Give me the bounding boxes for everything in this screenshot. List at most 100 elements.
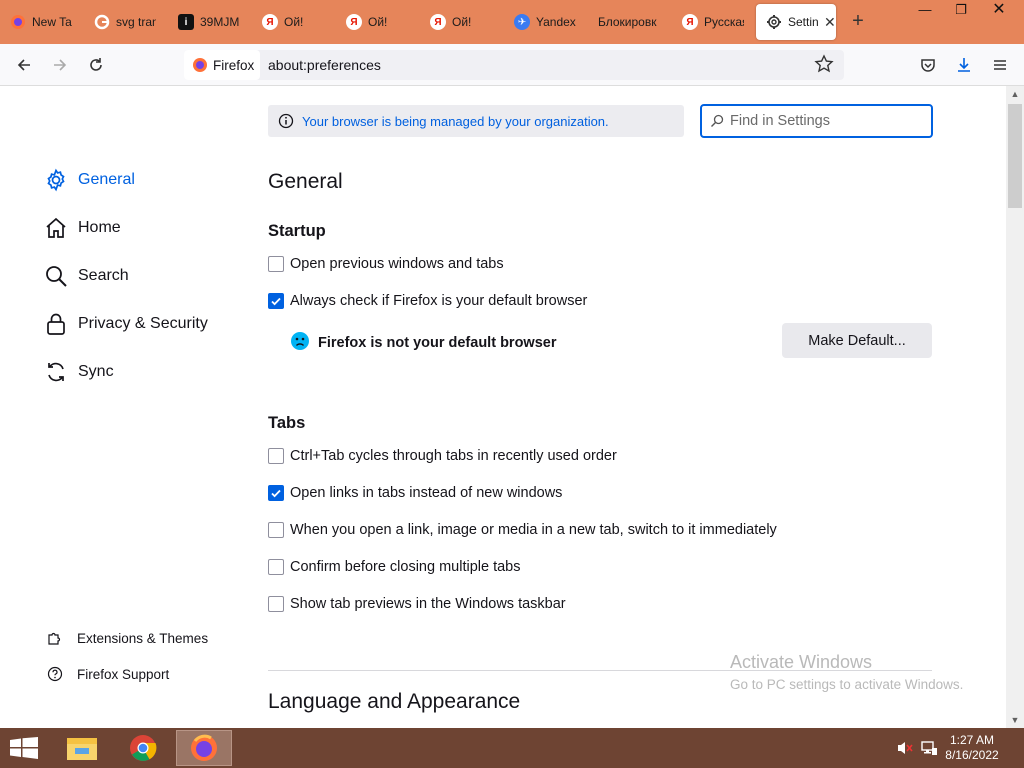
- windows-taskbar: 1:27 AM 8/16/2022: [0, 728, 1024, 768]
- forward-button[interactable]: [48, 53, 72, 77]
- tab-svg-transl[interactable]: svg transl: [84, 4, 162, 40]
- default-browser-status: Firefox is not your default browser: [290, 331, 556, 355]
- firefox-icon: [192, 57, 208, 73]
- taskbar-firefox[interactable]: [176, 730, 232, 766]
- activate-windows-subtitle: Go to PC settings to activate Windows.: [730, 677, 964, 692]
- taskbar-chrome[interactable]: [115, 730, 171, 766]
- arrow-right-icon: [54, 59, 67, 71]
- google-icon: [94, 14, 110, 30]
- menu-button[interactable]: [988, 53, 1012, 77]
- checkmark-icon: [271, 489, 281, 498]
- close-tab-icon[interactable]: ✕: [824, 14, 836, 31]
- bookmark-star-icon[interactable]: [814, 54, 836, 76]
- firefox-icon: [10, 14, 26, 30]
- settings-search-input[interactable]: [730, 113, 920, 129]
- sidebar-link-extensions[interactable]: Extensions & Themes: [47, 630, 208, 646]
- downloads-button[interactable]: [952, 53, 976, 77]
- gear-icon: [47, 168, 65, 192]
- checkbox-open-previous[interactable]: Open previous windows and tabs: [268, 256, 504, 272]
- sync-icon: [48, 362, 64, 382]
- gear-icon: [766, 14, 782, 30]
- language-appearance-heading: Language and Appearance: [268, 690, 521, 713]
- checkbox-unchecked[interactable]: [268, 522, 284, 538]
- pocket-button[interactable]: [916, 53, 940, 77]
- tab-russkaya[interactable]: Я Русская: [672, 4, 752, 40]
- network-icon[interactable]: [920, 739, 938, 762]
- minimize-button[interactable]: —: [910, 0, 940, 22]
- checkbox-unchecked[interactable]: [268, 256, 284, 272]
- sidebar-item-home[interactable]: Home: [44, 216, 121, 240]
- pocket-icon: [921, 59, 935, 72]
- volume-muted-icon[interactable]: [896, 739, 914, 762]
- system-clock[interactable]: 1:27 AM 8/16/2022: [942, 733, 1002, 763]
- sidebar-item-privacy[interactable]: Privacy & Security: [44, 312, 208, 336]
- restore-button[interactable]: ❐: [946, 0, 976, 22]
- checkbox-switch-to-new-tab[interactable]: When you open a link, image or media in …: [268, 522, 777, 538]
- tab-new-tab[interactable]: New Tab: [0, 4, 78, 40]
- tab-settings[interactable]: Settings ✕: [756, 4, 836, 40]
- yandex-browser-icon: ✈: [514, 14, 530, 30]
- scroll-up-arrow-icon[interactable]: ▲: [1006, 86, 1024, 102]
- managed-policy-banner[interactable]: Your browser is being managed by your or…: [268, 105, 684, 137]
- scroll-thumb[interactable]: [1008, 104, 1022, 208]
- search-icon: [46, 266, 67, 287]
- checkbox-open-links-in-tabs[interactable]: Open links in tabs instead of new window…: [268, 485, 562, 501]
- back-button[interactable]: [12, 53, 36, 77]
- search-icon: [711, 114, 724, 127]
- firefox-icon: [191, 734, 217, 761]
- checkbox-always-check-default[interactable]: Always check if Firefox is your default …: [268, 293, 587, 309]
- checkbox-checked[interactable]: [268, 293, 284, 309]
- download-icon: [958, 58, 970, 72]
- lock-icon: [47, 313, 65, 335]
- taskbar-file-explorer[interactable]: [54, 730, 110, 766]
- tab-strip: New Tab svg transl i 39MJMD Я Ой! Я Ой! …: [0, 0, 1024, 44]
- puzzle-icon: [48, 632, 61, 645]
- settings-search-box[interactable]: [700, 104, 933, 138]
- home-icon: [46, 217, 66, 238]
- windows-start-button[interactable]: [10, 737, 38, 764]
- clock-time: 1:27 AM: [949, 733, 995, 747]
- tab-blokirovka[interactable]: Блокировк: [588, 4, 668, 40]
- yandex-icon: Я: [346, 14, 362, 30]
- tab-oy-1[interactable]: Я Ой!: [252, 4, 330, 40]
- url-text[interactable]: about:preferences: [268, 57, 381, 73]
- new-tab-button[interactable]: +: [847, 10, 869, 32]
- sidebar-link-support[interactable]: Firefox Support: [47, 666, 169, 682]
- arrow-left-icon: [17, 59, 30, 71]
- sidebar-item-general[interactable]: General: [44, 168, 135, 192]
- nav-bar: Firefox about:preferences: [0, 44, 1024, 86]
- checkbox-ctrl-tab[interactable]: Ctrl+Tab cycles through tabs in recently…: [268, 448, 617, 464]
- tab-yandex[interactable]: ✈ Yandex: [504, 4, 584, 40]
- checkbox-tab-previews[interactable]: Show tab previews in the Windows taskbar: [268, 596, 566, 612]
- tab-oy-3[interactable]: Я Ой!: [420, 4, 498, 40]
- info-icon: i: [178, 14, 194, 30]
- info-icon: [278, 113, 294, 129]
- reload-button[interactable]: [84, 53, 108, 77]
- checkbox-checked[interactable]: [268, 485, 284, 501]
- checkbox-unchecked[interactable]: [268, 559, 284, 575]
- identity-box[interactable]: Firefox: [184, 50, 260, 80]
- make-default-button[interactable]: Make Default...: [782, 323, 932, 358]
- startup-heading: Startup: [268, 222, 326, 240]
- windows-logo-icon: [10, 737, 38, 759]
- sidebar-item-sync[interactable]: Sync: [44, 360, 114, 384]
- sad-face-icon: [290, 331, 310, 355]
- tabs-heading: Tabs: [268, 414, 306, 432]
- checkbox-unchecked[interactable]: [268, 596, 284, 612]
- close-window-button[interactable]: ✕: [984, 0, 1014, 22]
- page-title: General: [268, 170, 343, 193]
- tab-oy-2[interactable]: Я Ой!: [336, 4, 414, 40]
- url-bar[interactable]: Firefox about:preferences: [184, 50, 844, 80]
- hamburger-menu-icon: [994, 60, 1006, 70]
- page-scrollbar[interactable]: ▲ ▼: [1006, 86, 1024, 728]
- sidebar-item-search[interactable]: Search: [44, 264, 129, 288]
- yandex-icon: Я: [262, 14, 278, 30]
- reload-icon: [90, 58, 102, 71]
- scroll-down-arrow-icon[interactable]: ▼: [1006, 712, 1024, 728]
- checkbox-confirm-closing[interactable]: Confirm before closing multiple tabs: [268, 559, 521, 575]
- checkbox-unchecked[interactable]: [268, 448, 284, 464]
- chrome-icon: [130, 735, 157, 761]
- activate-windows-title: Activate Windows: [730, 652, 873, 672]
- tab-39mjmd[interactable]: i 39MJMD: [168, 4, 246, 40]
- clock-date: 8/16/2022: [945, 748, 999, 762]
